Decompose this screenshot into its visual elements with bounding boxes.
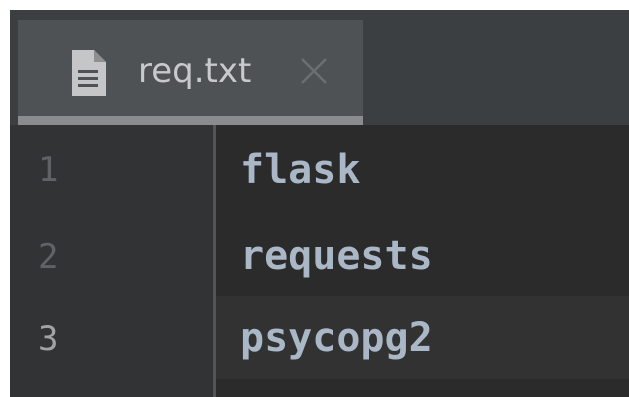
active-tab-indicator <box>18 116 363 125</box>
tab-label: req.txt <box>138 51 252 91</box>
code-line[interactable]: requests <box>240 231 433 281</box>
text-file-icon <box>72 50 106 96</box>
line-number-gutter: 1 2 3 <box>10 125 213 397</box>
line-number: 2 <box>38 237 59 277</box>
close-icon[interactable] <box>296 53 332 89</box>
window-border-top <box>0 0 629 10</box>
code-editor[interactable]: 1 2 3 flask requests psycopg2 <box>10 125 629 397</box>
code-line-current[interactable]: psycopg2 <box>240 313 433 363</box>
line-number-current: 3 <box>38 319 59 359</box>
tab-bar: req.txt <box>10 10 629 125</box>
line-number: 1 <box>38 150 59 190</box>
window-border-left <box>0 0 10 397</box>
tab-req-txt[interactable]: req.txt <box>18 20 363 125</box>
editor-window: req.txt 1 2 3 flask requests psycopg2 <box>0 0 629 397</box>
code-line[interactable]: flask <box>240 145 360 195</box>
